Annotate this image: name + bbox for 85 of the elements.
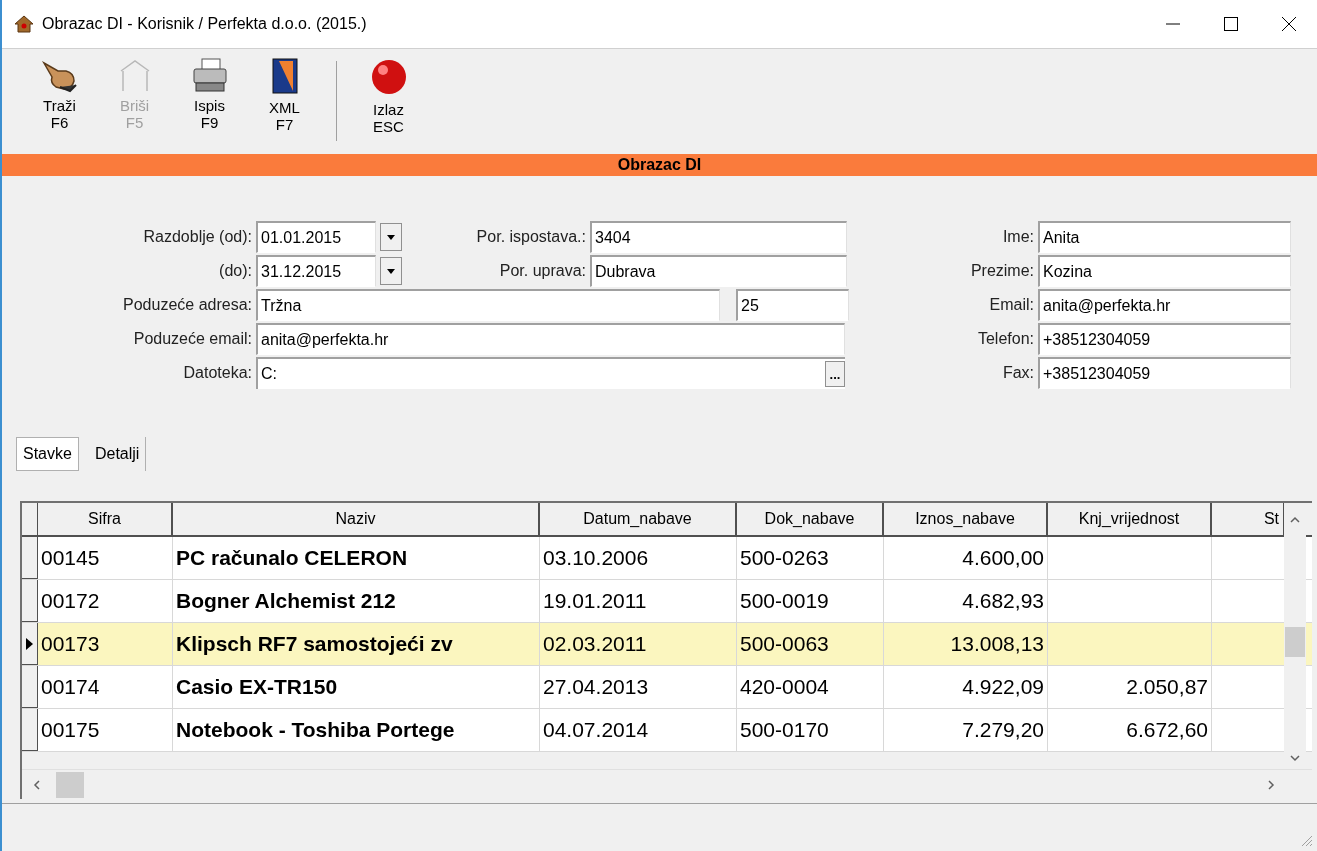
table-cell-text: Notebook - Toshiba Portege — [176, 717, 455, 744]
row-selector[interactable] — [22, 623, 38, 665]
text-field[interactable]: +38512304059 — [1038, 323, 1291, 355]
table-cell-text: 19.01.2011 — [543, 588, 647, 615]
table-cell-text: 420-0004 — [740, 674, 829, 701]
table-cell-text: PC računalo CELERON — [176, 545, 408, 572]
table-cell-text: 500-0063 — [740, 631, 829, 658]
table-cell-text: 00173 — [41, 631, 100, 658]
dropdown-button[interactable] — [380, 257, 402, 285]
text-field[interactable]: Tržna — [256, 289, 720, 321]
table-cell-text: 04.07.2014 — [543, 717, 649, 744]
toolbar-button[interactable]: Traži F6 — [22, 52, 97, 149]
dropdown-button[interactable] — [380, 223, 402, 251]
table-cell-text: 02.03.2011 — [543, 631, 647, 658]
text-field[interactable]: +38512304059 — [1038, 357, 1291, 389]
table-cell-text: 00172 — [41, 588, 100, 615]
field-label: Ime: — [1001, 227, 1034, 247]
table-cell-text: 00175 — [41, 717, 100, 744]
scrollbar-thumb[interactable] — [56, 771, 84, 798]
date-field[interactable]: 31.12.2015 — [256, 255, 376, 287]
field-label: Email: — [988, 295, 1034, 315]
table-row[interactable]: 00174 Casio EX-TR150 27.04.2013 420-0004 4.922,09 2.050,87 — [22, 666, 1312, 709]
text-field[interactable]: Anita — [1038, 221, 1291, 253]
tab[interactable]: Stavke — [16, 437, 79, 471]
text-field[interactable]: anita@perfekta.hr — [256, 323, 845, 355]
field-label: Por. ispostava.: — [475, 227, 586, 247]
table-cell-text: Bogner Alchemist 212 — [176, 588, 396, 615]
scroll-up-icon[interactable] — [1290, 515, 1300, 525]
table-cell-text: 500-0019 — [740, 588, 829, 615]
table-cell-text: 13.008,13 — [950, 631, 1044, 658]
scroll-left-icon[interactable] — [32, 779, 42, 790]
caret-icon — [387, 268, 395, 274]
field-label: Por. uprava: — [498, 261, 586, 281]
row-pointer-icon — [26, 637, 33, 650]
field-label: (do): — [218, 261, 252, 281]
table-row[interactable]: 00145 PC računalo CELERON 03.10.2006 500-0263 4.600,00 — [22, 537, 1312, 580]
field-label: Poduzeće adresa: — [122, 295, 252, 315]
text-field[interactable]: 25 — [736, 289, 849, 321]
window-title: Obrazac DI - Korisnik / Perfekta d.o.o. (2015.) — [42, 14, 367, 34]
toolbar-button[interactable]: Ispis F9 — [172, 52, 247, 149]
table-row[interactable]: 00173 Klipsch RF7 samostojeći zv 02.03.2011 500-0063 13.008,13 — [22, 623, 1312, 666]
table-cell-text: 27.04.2013 — [543, 674, 649, 701]
row-selector[interactable] — [22, 666, 38, 708]
field-label: Prezime: — [969, 261, 1034, 281]
toolbar-button[interactable]: XML F7 — [247, 52, 322, 149]
table-cell-text: 4.922,09 — [962, 674, 1044, 701]
table-cell-text: 00174 — [41, 674, 100, 701]
field-label: Telefon: — [976, 329, 1034, 349]
house-icon — [14, 15, 34, 33]
maximize-icon[interactable] — [1223, 16, 1239, 32]
table-cell-text: 03.10.2006 — [543, 545, 649, 572]
field-label: Razdoblje (od): — [142, 227, 252, 247]
table-cell-text: Klipsch RF7 samostojeći zv — [176, 631, 453, 658]
text-field[interactable]: 3404 — [590, 221, 847, 253]
resize-grip-icon[interactable] — [1301, 835, 1313, 847]
table-cell-text: 500-0263 — [740, 545, 829, 572]
toolbar-button[interactable]: Izlaz ESC — [351, 52, 426, 149]
field-label: Datoteka: — [182, 363, 252, 383]
row-selector[interactable] — [22, 580, 38, 622]
table-cell-text: 00145 — [41, 545, 100, 572]
caret-icon — [387, 234, 395, 240]
row-selector[interactable] — [22, 537, 38, 579]
table-cell-text: 4.600,00 — [962, 545, 1044, 572]
table-cell-text: 4.682,93 — [962, 588, 1044, 615]
scroll-right-icon[interactable] — [1266, 779, 1276, 790]
browse-button[interactable]: ... — [825, 361, 845, 387]
text-field[interactable]: Kozina — [1038, 255, 1291, 287]
text-field[interactable]: anita@perfekta.hr — [1038, 289, 1291, 321]
text-field[interactable]: Dubrava — [590, 255, 847, 287]
table-cell-text: 7.279,20 — [962, 717, 1044, 744]
table-cell-text: 6.672,60 — [1126, 717, 1208, 744]
scroll-down-icon[interactable] — [1290, 753, 1300, 763]
table-cell-text: 2.050,87 — [1126, 674, 1208, 701]
scrollbar-thumb[interactable] — [1285, 627, 1305, 657]
row-selector[interactable] — [22, 709, 38, 751]
table-cell-text: Casio EX-TR150 — [176, 674, 338, 701]
file-field[interactable]: C: ... — [256, 357, 845, 389]
field-label: Fax: — [1001, 363, 1034, 383]
date-field[interactable]: 01.01.2015 — [256, 221, 376, 253]
field-label: Poduzeće email: — [132, 329, 252, 349]
table-row[interactable]: 00175 Notebook - Toshiba Portege 04.07.2014 500-0170 7.279,20 6.672,60 — [22, 709, 1312, 752]
table-row[interactable]: 00172 Bogner Alchemist 212 19.01.2011 500-0019 4.682,93 — [22, 580, 1312, 623]
section-banner: Obrazac DI — [2, 154, 1317, 176]
close-icon[interactable] — [1281, 16, 1297, 32]
table-cell-text: 500-0170 — [740, 717, 829, 744]
